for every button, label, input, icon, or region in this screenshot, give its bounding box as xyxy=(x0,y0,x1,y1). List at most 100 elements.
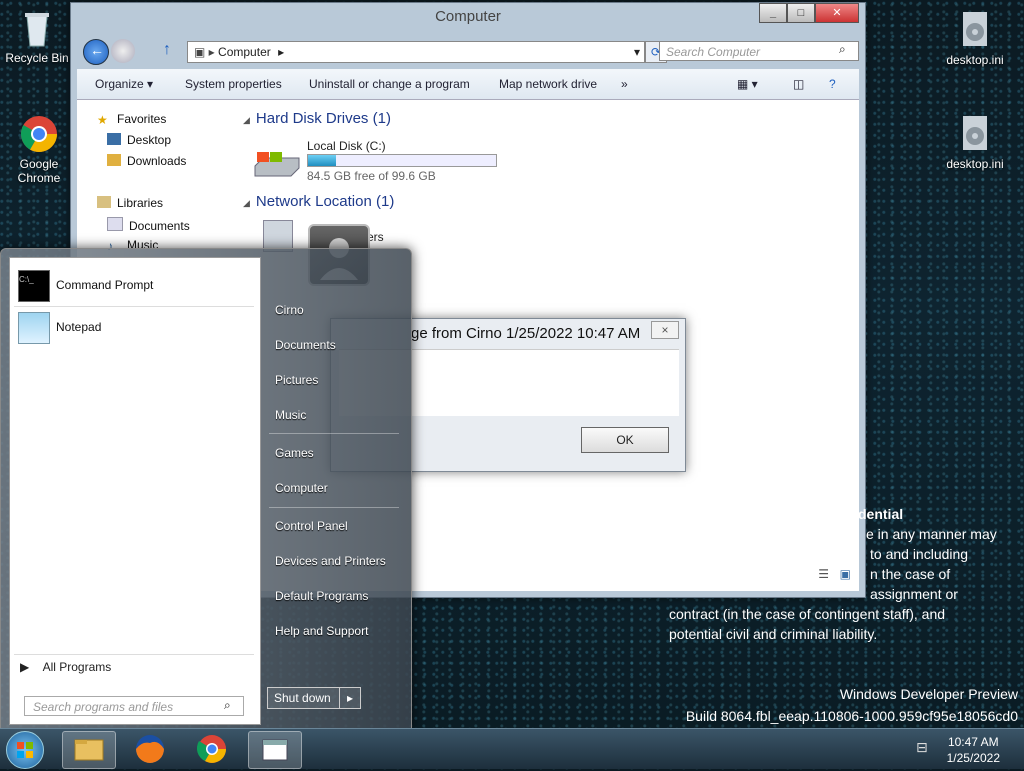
uninstall-program-button[interactable]: Uninstall or change a program xyxy=(309,69,470,99)
window-title: Computer xyxy=(435,8,501,25)
separator xyxy=(269,507,399,508)
start-menu-programs-pane: C:\_ Command Prompt Notepad ▶ All Progra… xyxy=(9,257,261,725)
shutdown-button[interactable]: Shut down ▸ xyxy=(267,687,361,709)
confidential-heading: dential xyxy=(858,506,904,522)
all-programs-button[interactable]: ▶ All Programs xyxy=(20,660,111,674)
start-item-games[interactable]: Games xyxy=(275,446,314,460)
up-arrow-icon[interactable]: ↑ xyxy=(163,41,171,59)
address-bar[interactable]: ▣ ▸ Computer ▸ ▾ xyxy=(187,41,645,63)
separator xyxy=(14,654,254,655)
network-group-header[interactable]: ◢ Network Location (1) xyxy=(243,193,394,210)
network-tray-icon[interactable]: ⊟ xyxy=(916,739,928,756)
taskbar-chrome[interactable] xyxy=(186,731,238,767)
arrow-left-icon: ← xyxy=(90,42,104,58)
start-item-computer[interactable]: Computer xyxy=(275,481,328,495)
nav-documents[interactable]: Documents xyxy=(107,217,190,233)
hard-drive-icon xyxy=(253,150,301,177)
desktop-icon xyxy=(107,133,121,145)
recycle-bin-icon xyxy=(17,8,57,48)
collapse-icon: ◢ xyxy=(243,115,250,125)
taskbar-message-window[interactable] xyxy=(248,731,302,769)
confidential-line: contract (in the case of contingent staf… xyxy=(669,606,946,622)
start-item-help-support[interactable]: Help and Support xyxy=(275,624,368,638)
confidential-line: to and including xyxy=(870,546,969,562)
start-item-devices-printers[interactable]: Devices and Printers xyxy=(275,554,386,568)
disk-free-text: 84.5 GB free of 99.6 GB xyxy=(307,169,436,183)
search-icon: ⌕ xyxy=(224,698,231,712)
program-notepad[interactable]: Notepad xyxy=(14,310,254,346)
confidential-line: e in any manner may xyxy=(866,526,997,542)
star-icon: ★ xyxy=(97,113,108,127)
system-clock[interactable]: 10:47 AM 1/25/2022 xyxy=(947,734,1000,766)
dialog-close-button[interactable]: × xyxy=(651,321,679,339)
dropdown-icon[interactable]: ▾ xyxy=(634,42,640,62)
start-item-documents[interactable]: Documents xyxy=(275,338,336,352)
view-options-icon[interactable]: ▦ ▾ xyxy=(737,69,758,99)
start-item-default-programs[interactable]: Default Programs xyxy=(275,589,368,603)
desktop-icon-desktop-ini-1[interactable]: desktop.ini xyxy=(940,10,1010,67)
desktop-icon-label: desktop.ini xyxy=(946,53,1004,67)
local-disk-name[interactable]: Local Disk (C:) xyxy=(307,139,386,153)
command-prompt-icon: C:\_ xyxy=(18,270,50,302)
taskbar-firefox[interactable] xyxy=(124,731,176,767)
disk-usage-fill xyxy=(308,155,337,166)
taskbar-explorer[interactable] xyxy=(62,731,116,769)
nav-desktop[interactable]: Desktop xyxy=(107,133,171,147)
nav-downloads[interactable]: Downloads xyxy=(107,154,186,168)
desktop-icon-desktop-ini-2[interactable]: desktop.ini xyxy=(940,114,1010,171)
start-item-music[interactable]: Music xyxy=(275,408,306,422)
folder-icon xyxy=(107,154,121,166)
forward-button[interactable] xyxy=(111,39,135,63)
start-item-pictures[interactable]: Pictures xyxy=(275,373,318,387)
start-button[interactable] xyxy=(6,731,44,769)
folder-icon xyxy=(74,739,104,761)
confidential-line: assignment or xyxy=(870,586,958,602)
dialog-title: ge from Cirno 1/25/2022 10:47 AM xyxy=(411,325,641,342)
back-button[interactable]: ← xyxy=(83,39,109,65)
chevron-right-icon: ▸ xyxy=(278,45,285,59)
library-icon xyxy=(97,196,111,208)
close-button[interactable]: ✕ xyxy=(815,3,859,23)
computer-icon: ▣ ▸ xyxy=(194,45,215,59)
map-network-drive-button[interactable]: Map network drive xyxy=(499,69,597,99)
hard-disk-group-header[interactable]: ◢ Hard Disk Drives (1) xyxy=(243,110,391,127)
window-icon xyxy=(262,739,288,761)
minimize-button[interactable]: _ xyxy=(759,3,787,23)
desktop-icon-recycle-bin[interactable]: Recycle Bin xyxy=(2,8,72,65)
search-input[interactable]: Search Computer xyxy=(659,41,859,61)
triangle-right-icon: ▶ xyxy=(20,660,30,674)
nav-libraries[interactable]: Libraries xyxy=(97,196,163,210)
build-watermark: Windows Developer Preview Build 8064.fbl… xyxy=(686,686,1018,724)
navigation-bar: ← ↑ ▣ ▸ Computer ▸ ▾ ⟳ Search Computer ⌕ xyxy=(81,39,859,65)
confidential-line: potential civil and criminal liability. xyxy=(669,626,878,642)
more-commands-button[interactable]: » xyxy=(621,69,628,99)
organize-button[interactable]: Organize ▾ xyxy=(95,69,153,99)
desktop-icon-label: Recycle Bin xyxy=(5,51,69,65)
confidential-line: n the case of xyxy=(870,566,951,582)
desktop-icon-label: desktop.ini xyxy=(946,157,1004,171)
watermark-line2: Build 8064.fbl_eeap.110806-1000.959cf95e… xyxy=(685,708,1018,724)
chrome-icon xyxy=(19,114,59,154)
maximize-button[interactable]: □ xyxy=(787,3,815,23)
start-search-input[interactable]: Search programs and files xyxy=(24,696,244,716)
command-bar: Organize ▾ System properties Uninstall o… xyxy=(77,69,859,100)
gear-file-icon xyxy=(955,10,995,50)
large-icons-view-icon[interactable]: ▣ xyxy=(840,567,851,581)
program-command-prompt[interactable]: C:\_ Command Prompt xyxy=(14,268,254,304)
system-properties-button[interactable]: System properties xyxy=(185,69,282,99)
search-icon: ⌕ xyxy=(839,42,846,56)
separator xyxy=(269,433,399,434)
window-controls: _ □ ✕ xyxy=(759,3,859,23)
start-item-control-panel[interactable]: Control Panel xyxy=(275,519,348,533)
windows-logo-icon xyxy=(17,742,33,758)
document-icon xyxy=(107,217,123,231)
ok-button[interactable]: OK xyxy=(581,427,669,453)
nav-favorites[interactable]: ★ Favorites xyxy=(97,112,166,127)
details-view-icon[interactable]: ☰ xyxy=(818,567,829,581)
help-icon[interactable]: ? xyxy=(829,69,836,99)
shutdown-options-icon[interactable]: ▸ xyxy=(339,688,360,708)
start-item-user[interactable]: Cirno xyxy=(275,303,304,317)
desktop-icon-google-chrome[interactable]: Google Chrome xyxy=(4,114,74,185)
watermark-line1: Windows Developer Preview xyxy=(839,686,1018,702)
preview-pane-icon[interactable]: ◫ xyxy=(793,69,804,99)
